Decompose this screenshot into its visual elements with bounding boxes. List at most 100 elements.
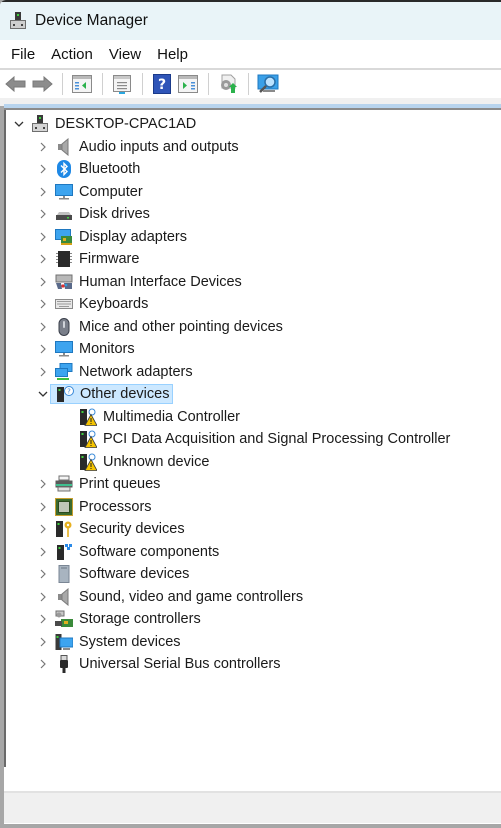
chevron-right-icon[interactable]: [36, 522, 50, 536]
tree-category-label: Human Interface Devices: [79, 273, 242, 290]
toolbar-separator: [208, 73, 209, 95]
back-button[interactable]: [4, 73, 28, 95]
tree-device-label: PCI Data Acquisition and Signal Processi…: [103, 431, 451, 447]
tree-category-software-devices[interactable]: Software devices: [36, 563, 191, 585]
device-tree: DESKTOP-CPAC1AD Audio inputs and outputs…: [4, 110, 501, 767]
tree-category-software-components[interactable]: Software components: [36, 541, 221, 563]
speaker-icon: [55, 137, 73, 156]
tree-category-label: Display adapters: [79, 228, 187, 245]
chevron-right-icon[interactable]: [36, 500, 50, 514]
chevron-right-icon[interactable]: [36, 162, 50, 176]
show-hide-console-tree-button[interactable]: [70, 73, 94, 95]
tree-category-label: Network adapters: [79, 363, 193, 380]
monitor-icon: [55, 340, 73, 358]
tree-category-bluetooth[interactable]: Bluetooth: [36, 158, 142, 180]
svg-text:?: ?: [67, 388, 71, 396]
tree-category-system-devices[interactable]: System devices: [36, 631, 183, 653]
chevron-right-icon[interactable]: [36, 590, 50, 604]
help-button[interactable]: ?: [150, 73, 174, 95]
printer-icon: [55, 475, 73, 493]
window-title: Device Manager: [35, 12, 148, 29]
tree-category-display-adapters[interactable]: Display adapters: [36, 226, 189, 248]
tree-device-multimedia-controller[interactable]: Multimedia Controller: [74, 406, 242, 428]
chevron-right-icon[interactable]: [36, 275, 50, 289]
chevron-right-icon[interactable]: [36, 567, 50, 581]
tree-category-human-interface-devices[interactable]: Human Interface Devices: [36, 271, 244, 293]
tree-category-label: Keyboards: [79, 296, 149, 312]
tree-category-firmware[interactable]: Firmware: [36, 248, 141, 270]
tree-category-label: Monitors: [79, 341, 135, 357]
chevron-right-icon[interactable]: [36, 477, 50, 491]
console-tree-icon: [72, 75, 92, 93]
tree-category-print-queues[interactable]: Print queues: [36, 473, 162, 495]
chevron-down-icon[interactable]: [36, 387, 50, 401]
scan-hardware-changes-button[interactable]: [256, 73, 280, 95]
title-bar: Device Manager: [0, 0, 501, 40]
storage-controller-icon: [55, 610, 73, 628]
chevron-right-icon[interactable]: [36, 342, 50, 356]
tree-category-audio-inputs-and-outputs[interactable]: Audio inputs and outputs: [36, 136, 241, 158]
tree-category-label: Software components: [79, 543, 220, 560]
chevron-right-icon[interactable]: [36, 297, 50, 311]
tree-device-label: Unknown device: [103, 453, 210, 470]
chevron-right-icon[interactable]: [36, 545, 50, 559]
tree-category-universal-serial-bus-controllers[interactable]: Universal Serial Bus controllers: [36, 653, 282, 675]
unknown-device-icon: ?: [56, 385, 74, 403]
speaker-icon: [55, 587, 73, 606]
tree-category-label: Audio inputs and outputs: [79, 138, 239, 155]
tree-category-label: Bluetooth: [79, 161, 141, 177]
chevron-right-icon[interactable]: [36, 230, 50, 244]
chevron-down-icon[interactable]: [12, 117, 26, 131]
chevron-right-icon[interactable]: [36, 207, 50, 221]
chip-icon: [55, 250, 73, 268]
tree-device-pci-data-acquisition-and-signal-processing-controller[interactable]: PCI Data Acquisition and Signal Processi…: [74, 428, 452, 450]
tree-category-sound-video-and-game-controllers[interactable]: Sound, video and game controllers: [36, 586, 305, 608]
chevron-right-icon[interactable]: [36, 252, 50, 266]
chevron-right-icon[interactable]: [36, 140, 50, 154]
chevron-right-icon[interactable]: [36, 320, 50, 334]
monitor-icon: [55, 183, 73, 201]
tree-category-network-adapters[interactable]: Network adapters: [36, 361, 195, 383]
mouse-icon: [55, 317, 73, 336]
tree-category-computer[interactable]: Computer: [36, 181, 145, 203]
tree-category-monitors[interactable]: Monitors: [36, 338, 137, 360]
tree-category-processors[interactable]: Processors: [36, 496, 154, 518]
chevron-right-icon[interactable]: [36, 635, 50, 649]
tree-category-keyboards[interactable]: Keyboards: [36, 293, 150, 315]
status-bar: [4, 793, 501, 823]
tree-category-other-devices[interactable]: ? Other devices: [36, 383, 174, 405]
chevron-right-icon[interactable]: [36, 185, 50, 199]
help-icon: ?: [153, 74, 171, 94]
tree-device-label: Multimedia Controller: [103, 408, 240, 425]
warning-device-icon: [79, 408, 98, 426]
toolbar-separator: [142, 73, 143, 95]
tree-category-security-devices[interactable]: Security devices: [36, 518, 187, 540]
properties-button[interactable]: [110, 73, 134, 95]
selection-highlight: ? Other devices: [50, 384, 174, 404]
show-hide-action-pane-button[interactable]: [176, 73, 200, 95]
properties-icon: [113, 75, 131, 94]
menu-bar: File Action View Help: [0, 40, 501, 68]
display-adapter-icon: [55, 228, 73, 246]
update-driver-button[interactable]: [216, 73, 240, 95]
menu-view[interactable]: View: [101, 46, 149, 63]
tree-category-label: Other devices: [80, 386, 170, 402]
update-driver-icon: [221, 74, 237, 93]
tree-category-mice-and-other-pointing-devices[interactable]: Mice and other pointing devices: [36, 316, 285, 338]
toolbar-separator: [102, 73, 103, 95]
tree-category-disk-drives[interactable]: Disk drives: [36, 203, 152, 225]
chevron-right-icon[interactable]: [36, 657, 50, 671]
menu-action[interactable]: Action: [43, 46, 101, 63]
chevron-right-icon[interactable]: [36, 612, 50, 626]
arrow-right-icon: [32, 76, 53, 92]
tree-category-label: Sound, video and game controllers: [79, 588, 304, 605]
computer-tower-icon: [31, 115, 49, 133]
tree-device-unknown-device[interactable]: Unknown device: [74, 451, 211, 473]
chevron-right-icon[interactable]: [36, 365, 50, 379]
tree-category-storage-controllers[interactable]: Storage controllers: [36, 608, 203, 630]
menu-file[interactable]: File: [3, 46, 43, 63]
tree-category-label: System devices: [79, 633, 181, 650]
tree-root[interactable]: DESKTOP-CPAC1AD: [12, 113, 198, 135]
forward-button[interactable]: [30, 73, 54, 95]
menu-help[interactable]: Help: [149, 46, 196, 63]
